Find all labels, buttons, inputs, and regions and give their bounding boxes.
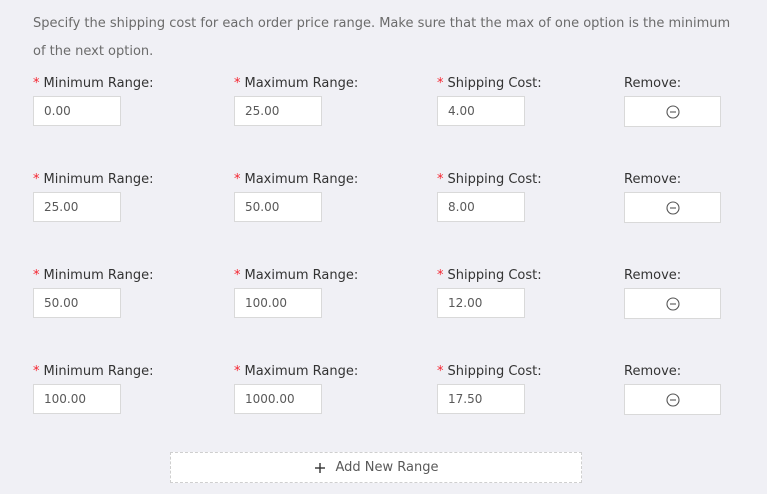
minimum-range-input[interactable] (33, 384, 121, 414)
maximum-range-label: * Maximum Range: (234, 74, 358, 94)
shipping-cost-input[interactable] (437, 96, 525, 126)
maximum-range-label: * Maximum Range: (234, 170, 358, 190)
shipping-cost-input[interactable] (437, 288, 525, 318)
range-row: *Minimum Range:*Maximum Range:*Shipping … (0, 74, 767, 154)
minimum-range-label-text: Minimum Range: (43, 76, 154, 91)
shipping-cost-label: * Shipping Cost: (437, 362, 542, 382)
maximum-range-label-text: Maximum Range: (244, 172, 359, 187)
shipping-cost-input[interactable] (437, 192, 525, 222)
minimum-range-label-text: Minimum Range: (43, 364, 154, 379)
minus-circle-icon (665, 104, 680, 119)
remove-range-button[interactable] (624, 192, 721, 223)
required-marker: * (33, 364, 40, 379)
maximum-range-label-text: Maximum Range: (244, 268, 359, 283)
minus-circle-icon (665, 392, 680, 407)
minimum-range-label-text: Minimum Range: (43, 172, 154, 187)
maximum-range-label-text: Maximum Range: (244, 364, 359, 379)
minimum-range-input[interactable] (33, 96, 121, 126)
required-marker: * (33, 268, 40, 283)
required-marker: * (437, 268, 444, 283)
required-marker: * (437, 172, 444, 187)
remove-range-button[interactable] (624, 96, 721, 127)
maximum-range-label: * Maximum Range: (234, 362, 358, 382)
required-marker: * (234, 76, 241, 91)
minus-circle-icon (665, 296, 680, 311)
maximum-range-input[interactable] (234, 192, 322, 222)
range-row: *Minimum Range:*Maximum Range:*Shipping … (0, 266, 767, 346)
add-new-range-button[interactable]: Add New Range (170, 452, 582, 483)
shipping-cost-label: * Shipping Cost: (437, 170, 542, 190)
maximum-range-input[interactable] (234, 96, 322, 126)
required-marker: * (437, 76, 444, 91)
remove-label: Remove: (624, 76, 682, 91)
minimum-range-label-text: Minimum Range: (43, 268, 154, 283)
minimum-range-label: * Minimum Range: (33, 362, 153, 382)
required-marker: * (234, 364, 241, 379)
minimum-range-label: * Minimum Range: (33, 266, 153, 286)
shipping-cost-label-text: Shipping Cost: (447, 172, 542, 187)
remove-label: Remove: (624, 268, 682, 283)
shipping-cost-label-text: Shipping Cost: (447, 76, 542, 91)
shipping-cost-input[interactable] (437, 384, 525, 414)
shipping-cost-label: * Shipping Cost: (437, 74, 542, 94)
minimum-range-input[interactable] (33, 288, 121, 318)
minimum-range-label: * Minimum Range: (33, 74, 153, 94)
remove-range-button[interactable] (624, 384, 721, 415)
required-marker: * (437, 364, 444, 379)
maximum-range-label: * Maximum Range: (234, 266, 358, 286)
minus-circle-icon (665, 200, 680, 215)
remove-label: Remove: (624, 172, 682, 187)
maximum-range-input[interactable] (234, 384, 322, 414)
minimum-range-label: * Minimum Range: (33, 170, 153, 190)
range-row: *Minimum Range:*Maximum Range:*Shipping … (0, 362, 767, 442)
plus-icon (314, 462, 325, 473)
shipping-cost-label-text: Shipping Cost: (447, 364, 542, 379)
remove-label: Remove: (624, 364, 682, 379)
shipping-cost-label-text: Shipping Cost: (447, 268, 542, 283)
remove-range-button[interactable] (624, 288, 721, 319)
maximum-range-input[interactable] (234, 288, 322, 318)
range-row: *Minimum Range:*Maximum Range:*Shipping … (0, 170, 767, 250)
required-marker: * (33, 172, 40, 187)
form-description: Specify the shipping cost for each order… (33, 16, 731, 59)
add-new-range-label: Add New Range (335, 460, 439, 475)
shipping-cost-label: * Shipping Cost: (437, 266, 542, 286)
maximum-range-label-text: Maximum Range: (244, 76, 359, 91)
minimum-range-input[interactable] (33, 192, 121, 222)
required-marker: * (33, 76, 40, 91)
shipping-ranges-form: Specify the shipping cost for each order… (0, 0, 767, 494)
required-marker: * (234, 268, 241, 283)
required-marker: * (234, 172, 241, 187)
